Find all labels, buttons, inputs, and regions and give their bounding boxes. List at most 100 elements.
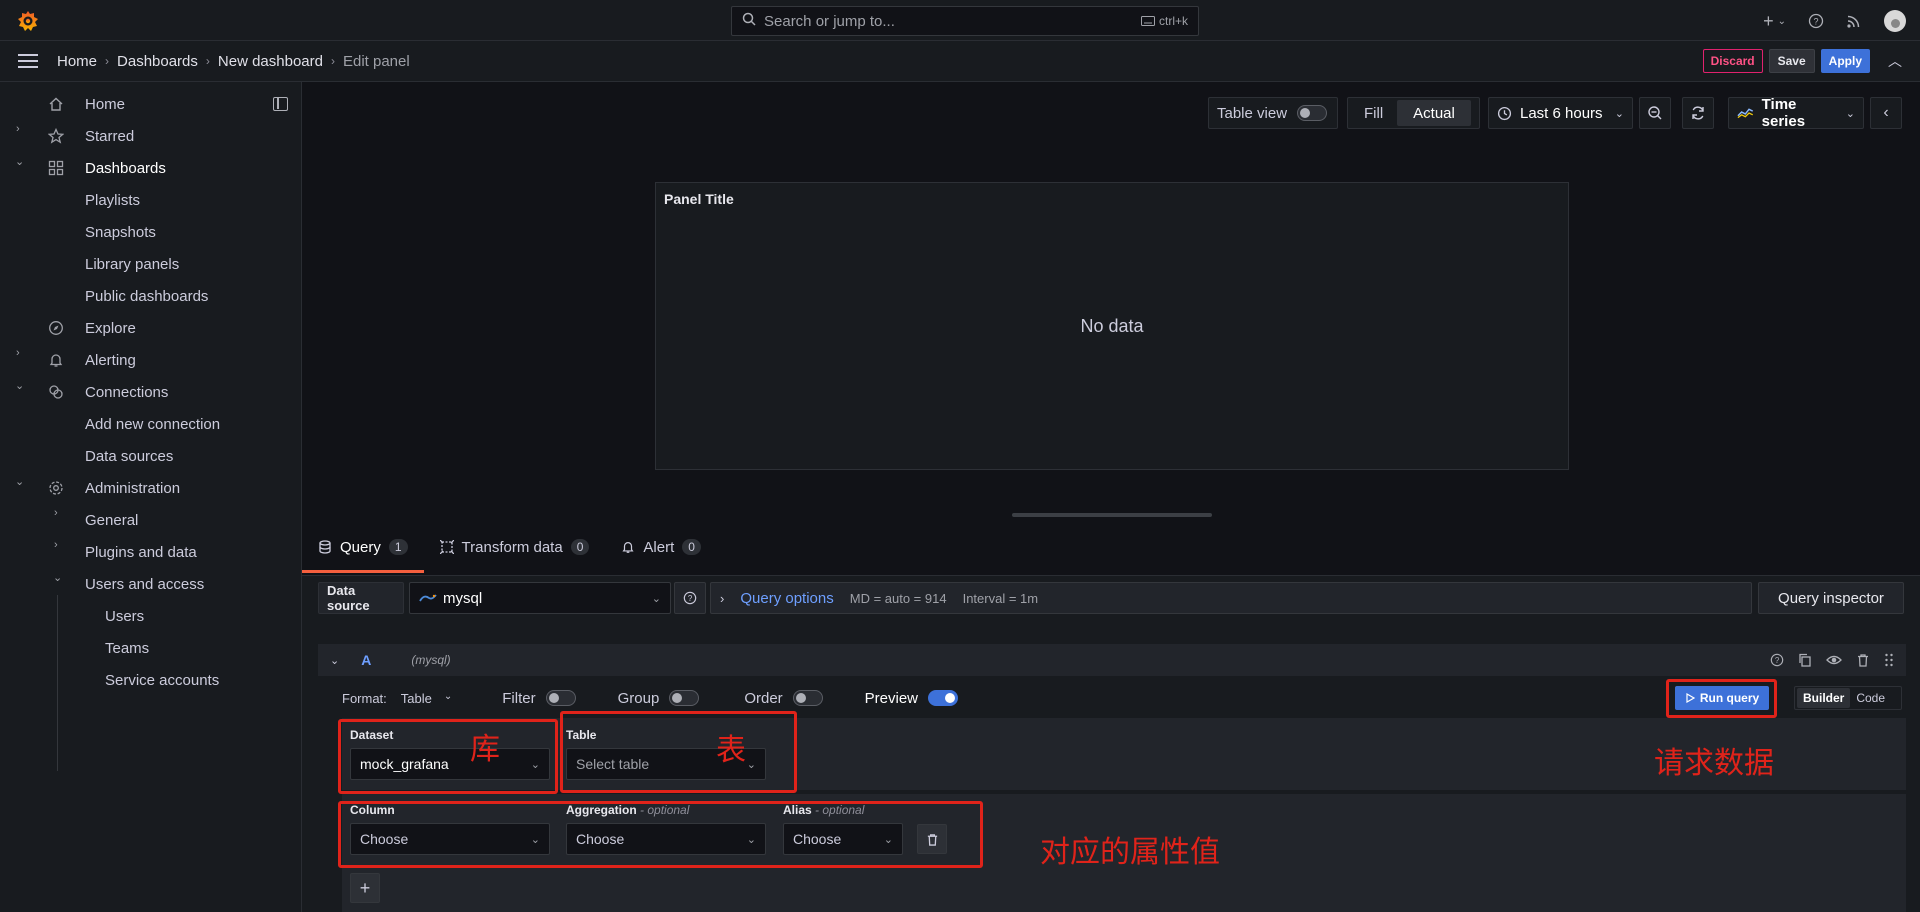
chevron-down-icon[interactable]: ⌄ [15, 155, 24, 168]
chevron-right-icon[interactable]: › [16, 347, 20, 359]
time-picker[interactable]: Last 6 hours ⌄ [1488, 97, 1633, 129]
query-inspector-button[interactable]: Query inspector [1758, 582, 1904, 614]
group-label: Group [617, 689, 660, 707]
sidebar-item-data-sources[interactable]: Data sources [85, 444, 173, 468]
help-icon[interactable]: ? [1770, 653, 1784, 667]
chevron-down-icon: ⌄ [1777, 15, 1786, 27]
chevron-down-icon[interactable]: ⌄ [15, 475, 24, 488]
copy-icon[interactable] [1798, 653, 1812, 667]
refresh-button[interactable] [1682, 97, 1714, 129]
sidebar-item-dashboards[interactable]: Dashboards [85, 156, 166, 180]
home-icon [47, 95, 65, 113]
breadcrumb-home[interactable]: Home [57, 53, 97, 70]
chevron-down-icon: ⌄ [651, 592, 661, 605]
menu-icon[interactable] [18, 54, 38, 68]
sidebar-item-alerting[interactable]: Alerting [85, 348, 136, 372]
sidebar-item-users[interactable]: Users [105, 604, 144, 628]
user-avatar[interactable] [1884, 10, 1906, 32]
breadcrumb-dashboards[interactable]: Dashboards [117, 53, 198, 70]
apply-button[interactable]: Apply [1820, 49, 1870, 73]
actual-option[interactable]: Actual [1397, 100, 1471, 126]
sidebar-item-public-dashboards[interactable]: Public dashboards [85, 284, 208, 308]
add-menu[interactable]: + ⌄ [1763, 11, 1786, 32]
chevron-down-icon[interactable]: ⌄ [15, 379, 24, 392]
trash-icon[interactable] [1856, 653, 1870, 667]
sidebar-item-library-panels[interactable]: Library panels [85, 252, 179, 276]
chevron-up-icon[interactable]: ︿ [1888, 51, 1902, 71]
drag-handle-icon[interactable] [1884, 653, 1894, 667]
search-input[interactable]: Search or jump to... ctrl+k [731, 6, 1199, 36]
plus-icon: + [1763, 10, 1774, 31]
zoom-out-button[interactable] [1639, 97, 1671, 129]
chevron-right-icon: › [720, 590, 725, 606]
sidebar-item-general[interactable]: General [85, 508, 138, 532]
chevron-right-icon[interactable]: › [54, 507, 58, 519]
group-toggle[interactable] [669, 690, 700, 706]
dock-menu-icon[interactable] [273, 97, 288, 111]
topbar-actions: + ⌄ ? [1763, 10, 1906, 32]
link-icon [47, 383, 65, 401]
sidebar-item-home[interactable]: Home [85, 92, 125, 116]
toggle-options-pane-button[interactable]: ‹ [1870, 97, 1902, 129]
tab-alert-label: Alert [643, 538, 675, 556]
chevron-down-icon[interactable]: ⌄ [53, 571, 62, 584]
query-ref-id[interactable]: A [361, 652, 371, 668]
annotation-box-run-query [1666, 679, 1777, 718]
sidebar-item-playlists[interactable]: Playlists [85, 188, 140, 212]
interval-value: Interval = 1m [962, 590, 1039, 606]
transform-icon [439, 540, 454, 554]
help-icon: ? [683, 591, 697, 605]
tab-transform-data[interactable]: Transform data 0 [439, 532, 590, 562]
sidebar-item-snapshots[interactable]: Snapshots [85, 220, 156, 244]
zoom-out-icon [1648, 106, 1662, 120]
format-select[interactable]: Table ⌄ [401, 691, 452, 706]
save-button[interactable]: Save [1768, 49, 1815, 73]
grafana-logo-icon[interactable] [16, 9, 40, 33]
sidebar-item-connections[interactable]: Connections [85, 380, 168, 404]
chevron-down-icon: ⌄ [443, 690, 453, 702]
tab-alert[interactable]: Alert 0 [621, 532, 701, 562]
max-data-points: MD = auto = 914 [849, 590, 947, 606]
fill-option[interactable]: Fill [1350, 100, 1397, 126]
sidebar-item-administration[interactable]: Administration [85, 476, 180, 500]
sidebar-item-add-new-connection[interactable]: Add new connection [85, 412, 220, 436]
datasource-picker[interactable]: mysql ⌄ [409, 582, 671, 614]
sidebar-item-users-and-access[interactable]: Users and access [85, 572, 204, 596]
tab-query[interactable]: Query 1 [302, 532, 424, 573]
builder-mode-option[interactable]: Builder [1797, 688, 1851, 708]
sidebar-item-teams[interactable]: Teams [105, 636, 149, 660]
query-row-header[interactable]: ⌄ A (mysql) ? [318, 644, 1906, 676]
preview-toggle[interactable] [928, 690, 959, 706]
add-column-button[interactable]: + [350, 873, 380, 903]
chevron-down-icon: ⌄ [1614, 107, 1624, 120]
breadcrumb: Home › Dashboards › New dashboard › Edit… [57, 53, 410, 70]
chevron-right-icon[interactable]: › [54, 539, 58, 551]
panel-preview[interactable]: Panel Title No data [655, 182, 1569, 470]
visualization-picker[interactable]: Time series ⌄ [1728, 96, 1864, 130]
chevron-down-icon[interactable]: ⌄ [330, 654, 339, 667]
format-label: Format: [342, 690, 387, 706]
tab-query-label: Query [340, 538, 381, 556]
help-icon[interactable]: ? [1808, 13, 1824, 29]
eye-icon[interactable] [1826, 653, 1842, 667]
code-mode-option[interactable]: Code [1850, 688, 1891, 708]
sidebar-item-starred[interactable]: Starred [85, 124, 134, 148]
table-view-toggle[interactable]: Table view [1208, 97, 1338, 129]
discard-button[interactable]: Discard [1702, 49, 1763, 73]
sidebar-item-explore[interactable]: Explore [85, 316, 136, 340]
datasource-help-button[interactable]: ? [674, 582, 706, 614]
chevron-right-icon[interactable]: › [16, 123, 20, 135]
sidebar-item-plugins-and-data[interactable]: Plugins and data [85, 540, 197, 564]
query-options-bar[interactable]: › Query options MD = auto = 914 Interval… [710, 582, 1752, 614]
sidebar-item-service-accounts[interactable]: Service accounts [105, 668, 219, 692]
order-toggle[interactable] [792, 690, 823, 706]
breadcrumb-edit-panel: Edit panel [342, 52, 410, 70]
news-rss-icon[interactable] [1846, 13, 1862, 29]
filter-label: Filter [502, 689, 536, 707]
visualization-label: Time series [1761, 96, 1806, 130]
table-view-switch[interactable] [1297, 105, 1328, 121]
apps-grid-icon [47, 159, 65, 177]
breadcrumb-new-dashboard[interactable]: New dashboard [218, 53, 323, 70]
filter-toggle[interactable] [545, 690, 576, 706]
pane-resize-handle[interactable] [1012, 513, 1212, 517]
